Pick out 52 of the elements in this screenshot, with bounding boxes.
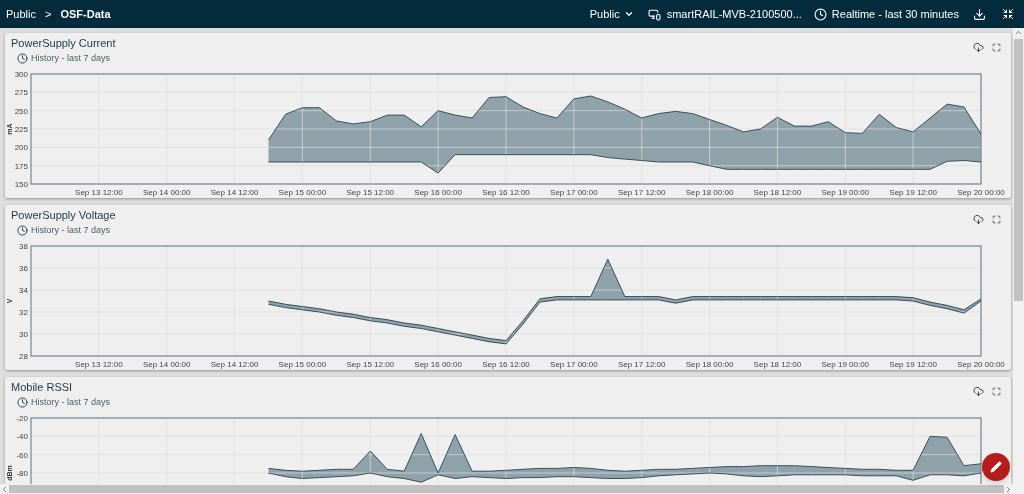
x-tick-label: Sep 20 00:00 bbox=[957, 188, 1005, 197]
x-tick-label: Sep 19 00:00 bbox=[821, 360, 870, 369]
y-tick-label: 250 bbox=[14, 106, 28, 116]
card-title: PowerSupply Voltage bbox=[11, 208, 116, 222]
y-tick-label: -20 bbox=[16, 414, 28, 423]
y-tick-label: 300 bbox=[14, 70, 28, 79]
y-tick-label: 28 bbox=[19, 352, 28, 361]
x-tick-label: Sep 14 00:00 bbox=[142, 188, 191, 197]
y-tick-label: -40 bbox=[16, 432, 28, 442]
card-subtitle: History - last 7 days bbox=[31, 52, 111, 65]
x-tick-label: Sep 20 00:00 bbox=[957, 360, 1005, 369]
y-tick-label: 200 bbox=[14, 143, 28, 153]
x-tick-label: Sep 16 00:00 bbox=[414, 188, 462, 197]
card-subtitle: History - last 7 days bbox=[31, 396, 111, 409]
x-tick-label: Sep 15 12:00 bbox=[346, 360, 395, 369]
x-tick-label: Sep 13 12:00 bbox=[75, 360, 123, 369]
x-tick-label: Sep 17 12:00 bbox=[617, 360, 666, 369]
y-tick-label: 275 bbox=[14, 88, 28, 98]
x-tick-label: Sep 14 12:00 bbox=[210, 188, 259, 197]
x-tick-label: Sep 14 12:00 bbox=[210, 360, 259, 369]
x-tick-label: Sep 16 12:00 bbox=[482, 188, 530, 197]
x-tick-label: Sep 18 00:00 bbox=[685, 188, 734, 197]
y-tick-label: 30 bbox=[19, 330, 28, 339]
x-tick-label: Sep 17 00:00 bbox=[550, 360, 598, 369]
x-tick-label: Sep 19 12:00 bbox=[889, 188, 937, 197]
breadcrumb-separator: > bbox=[44, 6, 52, 22]
card-title: PowerSupply Current bbox=[11, 36, 116, 50]
x-tick-label: Sep 16 00:00 bbox=[414, 360, 462, 369]
x-tick-label: Sep 17 12:00 bbox=[617, 188, 666, 197]
y-tick-label: -60 bbox=[16, 450, 28, 460]
y-tick-label: 175 bbox=[14, 161, 28, 171]
x-tick-label: Sep 18 12:00 bbox=[753, 360, 802, 369]
x-tick-label: Sep 17 00:00 bbox=[550, 188, 598, 197]
y-tick-label: 34 bbox=[19, 286, 28, 295]
x-tick-label: Sep 18 12:00 bbox=[753, 188, 802, 197]
card-title: Mobile RSSI bbox=[11, 380, 74, 394]
x-tick-label: Sep 15 00:00 bbox=[278, 188, 327, 197]
y-tick-label: -80 bbox=[16, 469, 28, 478]
y-tick-label: 36 bbox=[19, 264, 28, 273]
x-tick-label: Sep 18 00:00 bbox=[685, 360, 734, 369]
card-subtitle: History - last 7 days bbox=[31, 224, 111, 237]
y-tick-label: 150 bbox=[14, 180, 28, 189]
y-tick-label: 38 bbox=[19, 242, 28, 251]
x-tick-label: Sep 19 00:00 bbox=[821, 188, 870, 197]
x-tick-label: Sep 13 12:00 bbox=[75, 188, 123, 197]
x-tick-label: Sep 15 00:00 bbox=[278, 360, 327, 369]
y-tick-label: 32 bbox=[19, 308, 28, 317]
x-tick-label: Sep 14 00:00 bbox=[142, 360, 191, 369]
x-tick-label: Sep 19 12:00 bbox=[889, 360, 937, 369]
y-tick-label: 225 bbox=[14, 125, 28, 134]
x-tick-label: Sep 16 12:00 bbox=[482, 360, 530, 369]
x-tick-label: Sep 15 12:00 bbox=[346, 188, 395, 197]
